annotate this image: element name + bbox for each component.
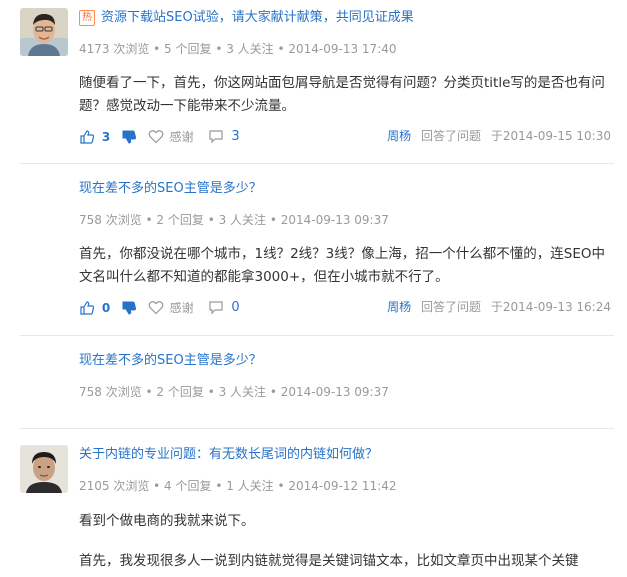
- question-title-row: 热资源下载站SEO试验，请大家献计献策，共同见证成果: [79, 8, 414, 28]
- question-title-row: 现在差不多的SEO主管是多少？: [79, 351, 262, 371]
- vote-count: 3: [101, 129, 111, 144]
- answer-time: 于2014-09-15 10:30: [490, 129, 611, 143]
- avatar[interactable]: [20, 8, 68, 56]
- divider: [20, 428, 614, 429]
- answer-author-link[interactable]: 周杨: [387, 300, 411, 314]
- comment-icon: [208, 130, 223, 144]
- divider: [20, 335, 614, 336]
- question-title-row: 现在差不多的SEO主管是多少？: [79, 179, 262, 199]
- downvote-button[interactable]: [122, 298, 137, 318]
- question-meta: 758 次浏览 • 2 个回复 • 3 人关注 • 2014-09-13 09:…: [79, 385, 389, 399]
- question-title-link[interactable]: 现在差不多的SEO主管是多少？: [79, 181, 262, 196]
- question-meta: 2105 次浏览 • 4 个回复 • 1 人关注 • 2014-09-12 11…: [79, 479, 397, 493]
- thanks-label: 感谢: [169, 300, 194, 315]
- downvote-button[interactable]: [122, 127, 137, 147]
- answer-actions: 0 感谢 0 周杨 回答了问题 于2014-09-13 16:24: [79, 297, 611, 317]
- question-title-link[interactable]: 现在差不多的SEO主管是多少？: [79, 353, 262, 368]
- answered-label: 回答了问题: [421, 300, 482, 314]
- question-title-row: 关于内链的专业问题：有无数长尾词的内链如何做？: [79, 445, 378, 465]
- thumbs-up-icon: [80, 130, 95, 144]
- answer-time: 于2014-09-13 16:24: [490, 300, 611, 314]
- comment-icon: [208, 301, 223, 315]
- heart-icon: [148, 301, 164, 315]
- answer-content-paragraph-2: 首先，我发现很多人一说到内链就觉得是关键词锚文本，比如文章页中出现某个关键: [79, 553, 579, 569]
- comment-count: 0: [231, 299, 240, 315]
- question-title-link[interactable]: 资源下载站SEO试验，请大家献计献策，共同见证成果: [101, 10, 414, 25]
- answer-actions: 3 感谢 3 周杨 回答了问题 于2014-09-15 10:30: [79, 126, 611, 146]
- thanks-button[interactable]: 感谢: [148, 126, 194, 147]
- question-meta: 4173 次浏览 • 5 个回复 • 3 人关注 • 2014-09-13 17…: [79, 42, 397, 56]
- thanks-button[interactable]: 感谢: [148, 297, 194, 318]
- thumbs-up-icon: [80, 301, 95, 315]
- answer-author-link[interactable]: 周杨: [387, 129, 411, 143]
- comments-button[interactable]: 0: [208, 297, 240, 318]
- comments-button[interactable]: 3: [208, 126, 240, 147]
- divider: [20, 163, 614, 164]
- answer-content: 随便看了一下，首先，你这网站面包屑导航是否觉得有问题？分类页title写的是否也…: [79, 75, 605, 114]
- answer-content-paragraph-1: 看到个做电商的我就来说下。: [79, 513, 255, 529]
- question-title-link[interactable]: 关于内链的专业问题：有无数长尾词的内链如何做？: [79, 447, 378, 462]
- answer-content: 首先，你都没说在哪个城市，1线？2线？3线？像上海，招一个什么都不懂的，连SEO…: [79, 246, 605, 285]
- upvote-button[interactable]: [79, 127, 95, 147]
- upvote-button[interactable]: [79, 298, 95, 318]
- vote-count: 0: [101, 300, 111, 315]
- thanks-label: 感谢: [169, 129, 194, 144]
- thumbs-down-icon: [122, 301, 137, 315]
- answered-label: 回答了问题: [421, 129, 482, 143]
- hot-badge: 热: [79, 10, 95, 26]
- question-meta: 758 次浏览 • 2 个回复 • 3 人关注 • 2014-09-13 09:…: [79, 213, 389, 227]
- heart-icon: [148, 130, 164, 144]
- avatar[interactable]: [20, 445, 68, 493]
- comment-count: 3: [231, 128, 240, 144]
- thumbs-down-icon: [122, 130, 137, 144]
